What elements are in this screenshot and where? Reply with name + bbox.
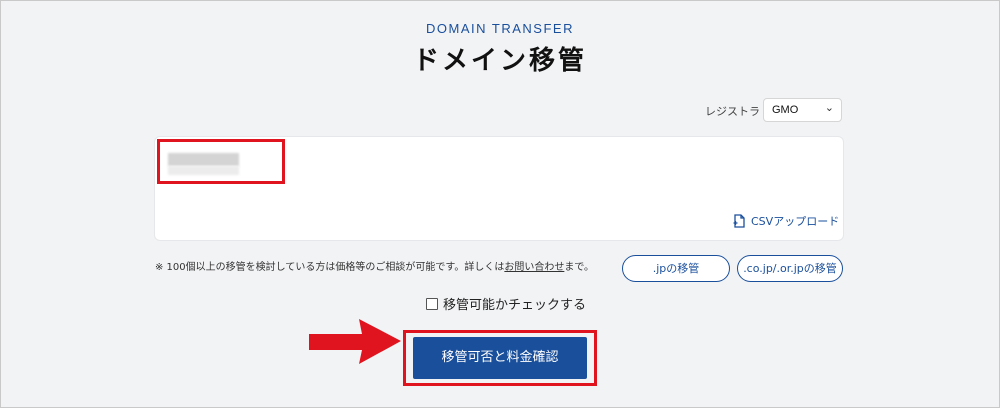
csv-upload-link[interactable]: CSVアップロード <box>733 213 839 229</box>
chevron-down-icon: ⌄ <box>824 102 834 114</box>
page-title: ドメイン移管 <box>412 46 587 76</box>
transfer-check-checkbox[interactable] <box>426 297 438 310</box>
registrar-select[interactable]: GMO ⌄ <box>763 98 842 122</box>
transfer-check-row[interactable]: 移管可能かチェックする <box>426 294 586 313</box>
check-transfer-price-button[interactable]: 移管可否と料金確認 <box>413 337 587 379</box>
contact-link[interactable]: お問い合わせ <box>504 262 564 273</box>
bulk-transfer-note: ※ 100個以上の移管を検討している方は価格等のご相談が可能です。詳しくはお問い… <box>155 258 594 273</box>
registrar-label: レジストラ <box>705 105 760 118</box>
jp-transfer-button[interactable]: .jpの移管 <box>622 255 730 282</box>
registrar-selected-value: GMO <box>772 104 799 116</box>
page-eyebrow: DOMAIN TRANSFER <box>426 21 574 36</box>
cojp-transfer-button[interactable]: .co.jp/.or.jpの移管 <box>737 255 843 282</box>
csv-upload-label: CSVアップロード <box>751 215 840 228</box>
note-suffix: まで。 <box>564 262 594 273</box>
red-arrow-icon <box>309 319 401 364</box>
highlight-box-domain-input <box>157 139 285 184</box>
note-prefix: ※ 100個以上の移管を検討している方は価格等のご相談が可能です。詳しくは <box>155 262 505 273</box>
file-upload-icon <box>733 214 745 228</box>
transfer-check-label: 移管可能かチェックする <box>443 298 587 313</box>
